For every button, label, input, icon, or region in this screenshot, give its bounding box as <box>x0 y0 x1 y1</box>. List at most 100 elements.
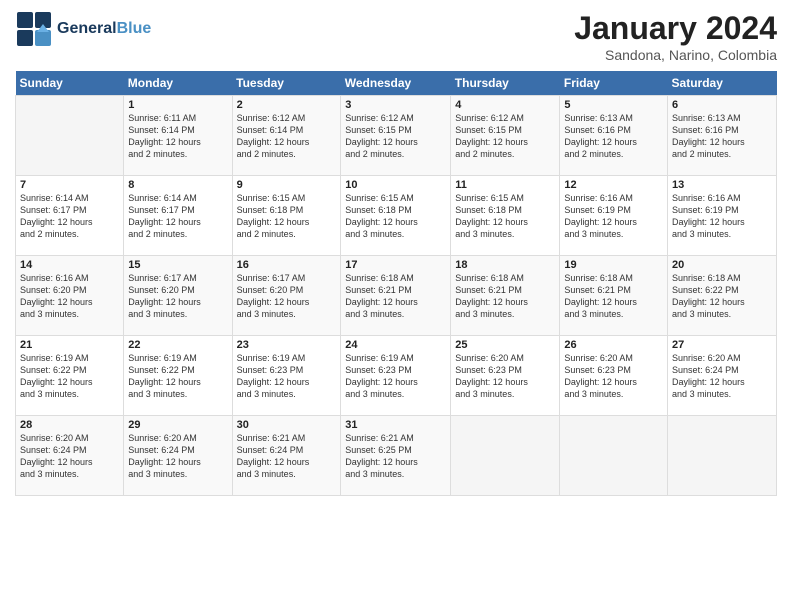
logo-general: General <box>57 20 117 37</box>
col-tuesday: Tuesday <box>232 71 341 96</box>
day-number: 21 <box>20 339 119 351</box>
day-info: Sunrise: 6:20 AM Sunset: 6:24 PM Dayligh… <box>672 352 772 401</box>
day-info: Sunrise: 6:13 AM Sunset: 6:16 PM Dayligh… <box>564 112 663 161</box>
day-info: Sunrise: 6:21 AM Sunset: 6:25 PM Dayligh… <box>345 432 446 481</box>
day-info: Sunrise: 6:20 AM Sunset: 6:23 PM Dayligh… <box>564 352 663 401</box>
day-number: 25 <box>455 339 555 351</box>
day-info: Sunrise: 6:19 AM Sunset: 6:22 PM Dayligh… <box>20 352 119 401</box>
calendar-cell <box>668 416 777 496</box>
day-number: 7 <box>20 179 119 191</box>
day-number: 12 <box>564 179 663 191</box>
day-info: Sunrise: 6:19 AM Sunset: 6:22 PM Dayligh… <box>128 352 227 401</box>
calendar-cell: 28Sunrise: 6:20 AM Sunset: 6:24 PM Dayli… <box>16 416 124 496</box>
calendar-cell: 9Sunrise: 6:15 AM Sunset: 6:18 PM Daylig… <box>232 176 341 256</box>
day-info: Sunrise: 6:20 AM Sunset: 6:24 PM Dayligh… <box>128 432 227 481</box>
day-number: 20 <box>672 259 772 271</box>
day-info: Sunrise: 6:18 AM Sunset: 6:21 PM Dayligh… <box>345 272 446 321</box>
day-info: Sunrise: 6:12 AM Sunset: 6:15 PM Dayligh… <box>455 112 555 161</box>
calendar-cell: 27Sunrise: 6:20 AM Sunset: 6:24 PM Dayli… <box>668 336 777 416</box>
day-info: Sunrise: 6:20 AM Sunset: 6:24 PM Dayligh… <box>20 432 119 481</box>
calendar-cell: 10Sunrise: 6:15 AM Sunset: 6:18 PM Dayli… <box>341 176 451 256</box>
calendar-cell: 6Sunrise: 6:13 AM Sunset: 6:16 PM Daylig… <box>668 96 777 176</box>
day-number: 24 <box>345 339 446 351</box>
day-info: Sunrise: 6:18 AM Sunset: 6:21 PM Dayligh… <box>455 272 555 321</box>
month-title: January 2024 <box>574 10 777 47</box>
day-info: Sunrise: 6:19 AM Sunset: 6:23 PM Dayligh… <box>345 352 446 401</box>
calendar-cell: 13Sunrise: 6:16 AM Sunset: 6:19 PM Dayli… <box>668 176 777 256</box>
calendar-cell: 12Sunrise: 6:16 AM Sunset: 6:19 PM Dayli… <box>560 176 668 256</box>
logo-text-block: GeneralBlue <box>57 20 151 38</box>
day-number: 9 <box>237 179 337 191</box>
logo-blue: Blue <box>117 20 152 37</box>
week-row-0: 1Sunrise: 6:11 AM Sunset: 6:14 PM Daylig… <box>16 96 777 176</box>
calendar-cell <box>560 416 668 496</box>
location-subtitle: Sandona, Narino, Colombia <box>574 47 777 63</box>
day-number: 13 <box>672 179 772 191</box>
calendar-cell: 21Sunrise: 6:19 AM Sunset: 6:22 PM Dayli… <box>16 336 124 416</box>
calendar-cell: 15Sunrise: 6:17 AM Sunset: 6:20 PM Dayli… <box>124 256 232 336</box>
day-number: 27 <box>672 339 772 351</box>
day-number: 18 <box>455 259 555 271</box>
day-number: 11 <box>455 179 555 191</box>
day-info: Sunrise: 6:19 AM Sunset: 6:23 PM Dayligh… <box>237 352 337 401</box>
calendar-cell: 23Sunrise: 6:19 AM Sunset: 6:23 PM Dayli… <box>232 336 341 416</box>
calendar-cell: 26Sunrise: 6:20 AM Sunset: 6:23 PM Dayli… <box>560 336 668 416</box>
day-number: 16 <box>237 259 337 271</box>
day-info: Sunrise: 6:15 AM Sunset: 6:18 PM Dayligh… <box>237 192 337 241</box>
calendar-cell: 5Sunrise: 6:13 AM Sunset: 6:16 PM Daylig… <box>560 96 668 176</box>
day-info: Sunrise: 6:20 AM Sunset: 6:23 PM Dayligh… <box>455 352 555 401</box>
day-info: Sunrise: 6:11 AM Sunset: 6:14 PM Dayligh… <box>128 112 227 161</box>
calendar-cell: 11Sunrise: 6:15 AM Sunset: 6:18 PM Dayli… <box>451 176 560 256</box>
day-number: 31 <box>345 419 446 431</box>
calendar-cell: 3Sunrise: 6:12 AM Sunset: 6:15 PM Daylig… <box>341 96 451 176</box>
week-row-1: 7Sunrise: 6:14 AM Sunset: 6:17 PM Daylig… <box>16 176 777 256</box>
calendar-cell <box>16 96 124 176</box>
calendar-cell: 24Sunrise: 6:19 AM Sunset: 6:23 PM Dayli… <box>341 336 451 416</box>
day-info: Sunrise: 6:12 AM Sunset: 6:14 PM Dayligh… <box>237 112 337 161</box>
day-info: Sunrise: 6:12 AM Sunset: 6:15 PM Dayligh… <box>345 112 446 161</box>
calendar-cell <box>451 416 560 496</box>
calendar-cell: 25Sunrise: 6:20 AM Sunset: 6:23 PM Dayli… <box>451 336 560 416</box>
day-info: Sunrise: 6:18 AM Sunset: 6:22 PM Dayligh… <box>672 272 772 321</box>
col-saturday: Saturday <box>668 71 777 96</box>
day-info: Sunrise: 6:17 AM Sunset: 6:20 PM Dayligh… <box>128 272 227 321</box>
day-info: Sunrise: 6:16 AM Sunset: 6:19 PM Dayligh… <box>564 192 663 241</box>
calendar-cell: 18Sunrise: 6:18 AM Sunset: 6:21 PM Dayli… <box>451 256 560 336</box>
day-number: 15 <box>128 259 227 271</box>
day-number: 6 <box>672 99 772 111</box>
calendar-cell: 8Sunrise: 6:14 AM Sunset: 6:17 PM Daylig… <box>124 176 232 256</box>
calendar-cell: 19Sunrise: 6:18 AM Sunset: 6:21 PM Dayli… <box>560 256 668 336</box>
day-info: Sunrise: 6:18 AM Sunset: 6:21 PM Dayligh… <box>564 272 663 321</box>
day-number: 14 <box>20 259 119 271</box>
logo-icon <box>15 10 53 48</box>
calendar-cell: 29Sunrise: 6:20 AM Sunset: 6:24 PM Dayli… <box>124 416 232 496</box>
day-info: Sunrise: 6:14 AM Sunset: 6:17 PM Dayligh… <box>20 192 119 241</box>
day-number: 30 <box>237 419 337 431</box>
day-number: 26 <box>564 339 663 351</box>
calendar-cell: 4Sunrise: 6:12 AM Sunset: 6:15 PM Daylig… <box>451 96 560 176</box>
day-number: 29 <box>128 419 227 431</box>
calendar-cell: 17Sunrise: 6:18 AM Sunset: 6:21 PM Dayli… <box>341 256 451 336</box>
col-wednesday: Wednesday <box>341 71 451 96</box>
calendar-cell: 31Sunrise: 6:21 AM Sunset: 6:25 PM Dayli… <box>341 416 451 496</box>
day-number: 10 <box>345 179 446 191</box>
day-info: Sunrise: 6:16 AM Sunset: 6:19 PM Dayligh… <box>672 192 772 241</box>
day-number: 1 <box>128 99 227 111</box>
header: GeneralBlue January 2024 Sandona, Narino… <box>15 10 777 63</box>
day-number: 22 <box>128 339 227 351</box>
day-number: 3 <box>345 99 446 111</box>
day-info: Sunrise: 6:16 AM Sunset: 6:20 PM Dayligh… <box>20 272 119 321</box>
week-row-3: 21Sunrise: 6:19 AM Sunset: 6:22 PM Dayli… <box>16 336 777 416</box>
day-number: 17 <box>345 259 446 271</box>
calendar-cell: 30Sunrise: 6:21 AM Sunset: 6:24 PM Dayli… <box>232 416 341 496</box>
day-number: 2 <box>237 99 337 111</box>
col-thursday: Thursday <box>451 71 560 96</box>
calendar-cell: 1Sunrise: 6:11 AM Sunset: 6:14 PM Daylig… <box>124 96 232 176</box>
calendar-cell: 14Sunrise: 6:16 AM Sunset: 6:20 PM Dayli… <box>16 256 124 336</box>
day-info: Sunrise: 6:14 AM Sunset: 6:17 PM Dayligh… <box>128 192 227 241</box>
page-container: GeneralBlue January 2024 Sandona, Narino… <box>0 0 792 506</box>
week-row-4: 28Sunrise: 6:20 AM Sunset: 6:24 PM Dayli… <box>16 416 777 496</box>
day-number: 28 <box>20 419 119 431</box>
calendar-cell: 20Sunrise: 6:18 AM Sunset: 6:22 PM Dayli… <box>668 256 777 336</box>
calendar-cell: 7Sunrise: 6:14 AM Sunset: 6:17 PM Daylig… <box>16 176 124 256</box>
